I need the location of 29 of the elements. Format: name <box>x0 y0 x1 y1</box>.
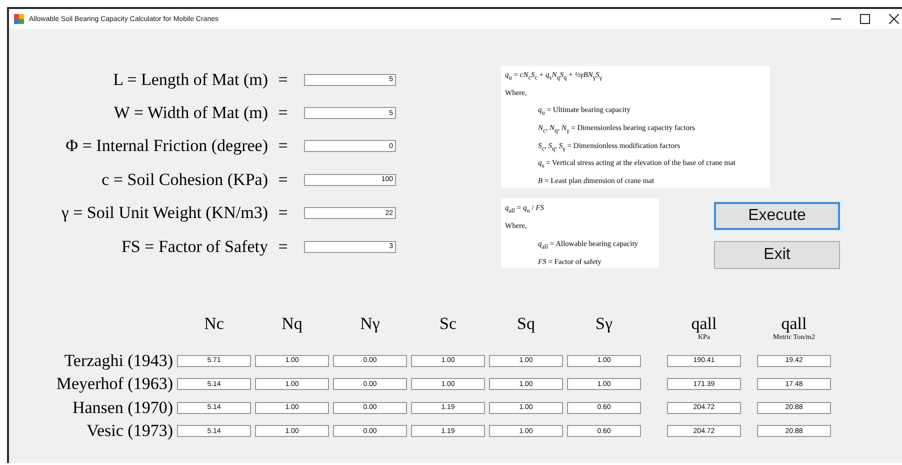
action-button[interactable]: Execute <box>714 202 840 230</box>
column-header: qall <box>781 315 807 333</box>
action-button[interactable]: Exit <box>714 241 840 269</box>
column-header: Sq <box>517 315 535 333</box>
field-label: c = Soil Cohesion (KPa) <box>100 170 268 190</box>
column-header: Nq <box>282 315 302 333</box>
row-label: Meyerhof (1963) <box>56 374 173 394</box>
field-label: γ = Soil Unit Weight (KN/m3) <box>60 203 268 224</box>
equals-sign: = <box>277 136 289 156</box>
equals-sign: = <box>277 70 289 90</box>
row-label: Terzaghi (1943) <box>64 350 173 371</box>
equals-sign: = <box>277 203 289 224</box>
column-header: Sc <box>440 315 456 333</box>
row-label: Vesic (1973) <box>86 421 173 442</box>
field-label: W = Width of Mat (m) <box>112 103 268 124</box>
equals-sign: = <box>277 103 289 124</box>
field-label: L = Length of Mat (m) <box>112 70 268 90</box>
column-header: qall <box>691 315 717 333</box>
equals-sign: = <box>277 236 289 257</box>
app-icon <box>14 14 24 24</box>
field-label: FS = Factor of Safety <box>120 236 268 257</box>
column-header: Nγ <box>360 315 380 333</box>
equals-sign: = <box>277 170 289 190</box>
column-header: Sγ <box>596 315 612 333</box>
row-label: Hansen (1970) <box>72 398 173 418</box>
field-label: Φ = Internal Friction (degree) <box>64 136 268 156</box>
maximize-icon[interactable] <box>860 14 870 24</box>
column-header: Nc <box>204 315 224 333</box>
close-icon[interactable] <box>889 14 899 24</box>
